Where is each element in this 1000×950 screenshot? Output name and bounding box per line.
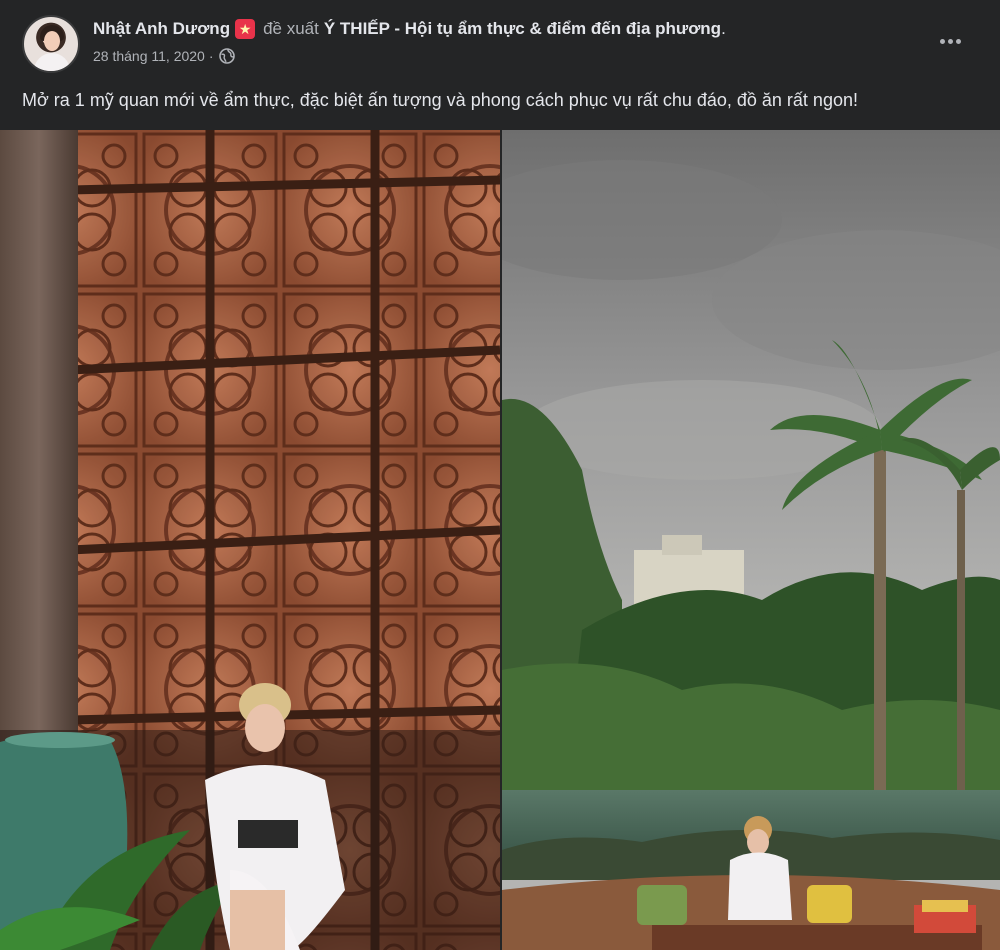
page-name-suffix: .	[721, 19, 726, 38]
globe-icon[interactable]	[218, 48, 235, 64]
post-date[interactable]: 28 tháng 11, 2020	[93, 48, 205, 64]
post-header: Nhật Anh Dương ★ đề xuất Ý THIẾP - Hội t…	[0, 0, 1000, 82]
facebook-post: Nhật Anh Dương ★ đề xuất Ý THIẾP - Hội t…	[0, 0, 1000, 950]
more-options-icon[interactable]	[932, 28, 968, 54]
more-dot	[955, 38, 961, 44]
post-meta: 28 tháng 11, 2020 ·	[93, 46, 235, 66]
page-name-link[interactable]: Ý THIẾP - Hội tụ ẩm thực & điểm đến địa …	[324, 19, 721, 39]
author-avatar[interactable]	[22, 15, 80, 73]
star-badge-icon: ★	[235, 19, 256, 39]
photo-woman-in-front-of-carved-wall[interactable]	[0, 130, 500, 950]
photo-grid	[0, 130, 1000, 950]
post-title-line: Nhật Anh Dương ★ đề xuất Ý THIẾP - Hội t…	[93, 18, 726, 40]
meta-separator: ·	[208, 48, 214, 64]
photo-terrace-with-palm-trees[interactable]	[502, 130, 1000, 950]
author-name[interactable]: Nhật Anh Dương	[93, 19, 230, 39]
carved-wall-image	[0, 130, 500, 950]
avatar-face	[44, 31, 60, 51]
avatar-shoulders	[34, 53, 70, 71]
post-text: Mở ra 1 mỹ quan mới về ẩm thực, đặc biệt…	[22, 90, 858, 110]
recommend-verb: đề xuất	[263, 19, 319, 38]
more-dot	[947, 38, 953, 44]
more-dot	[939, 38, 945, 44]
terrace-image	[502, 130, 1000, 950]
